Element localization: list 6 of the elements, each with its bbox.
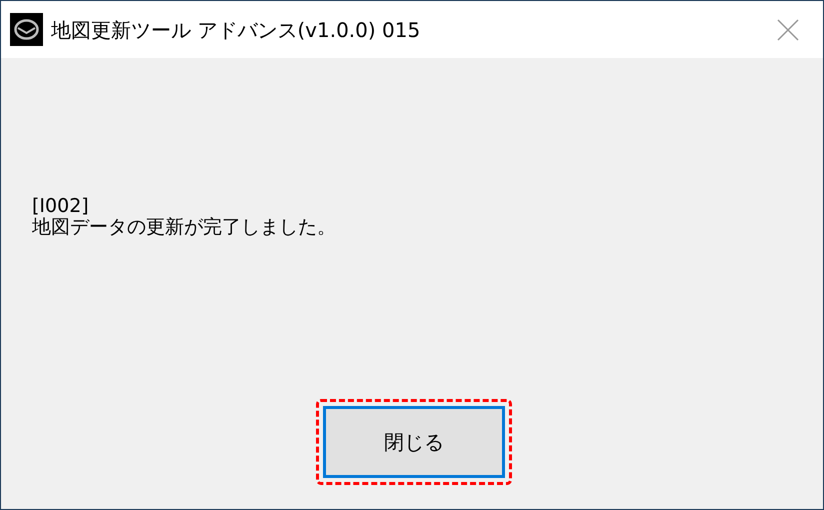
window-title: 地図更新ツール アドバンス(v1.0.0) 015 [51,16,420,44]
close-icon[interactable] [777,18,799,40]
close-button[interactable]: 閉じる [323,406,505,478]
message-code: [I002] [32,196,90,217]
app-logo-icon [10,13,43,46]
message-text: 地図データの更新が完了しました。 [32,217,337,238]
